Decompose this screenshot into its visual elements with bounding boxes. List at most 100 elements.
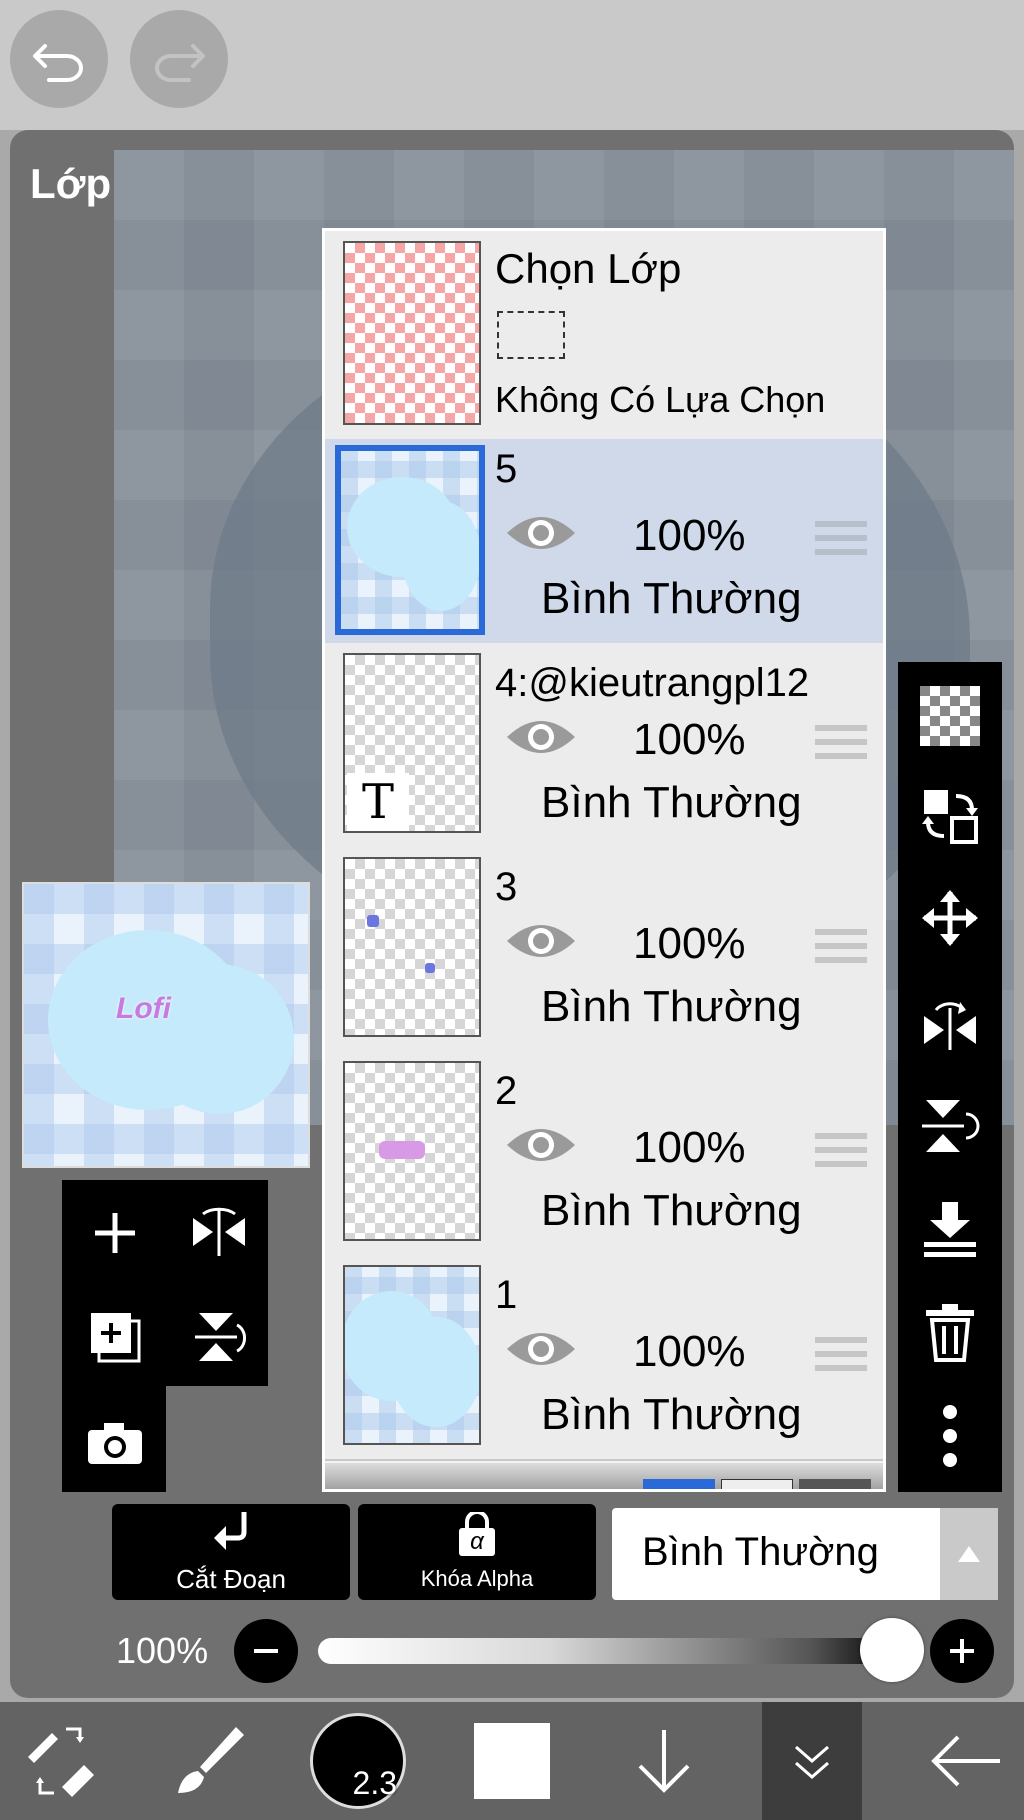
add-layer-button[interactable] [80, 1198, 150, 1268]
duplicate-layer-button[interactable] [80, 1302, 150, 1372]
layer-thumbnail: T [343, 653, 481, 833]
layer-list: Chọn Lớp Không Có Lựa Chọn 5 100% Bình T… [322, 228, 886, 1492]
visibility-eye-icon[interactable] [505, 917, 577, 965]
opacity-label: 100% [116, 1630, 209, 1671]
brush-eraser-swap-icon [28, 1727, 94, 1797]
text-layer-icon: T [347, 773, 409, 831]
mini-thumb [799, 1479, 871, 1489]
layer-row-1[interactable]: 1 100% Bình Thường [325, 1255, 883, 1461]
drag-handle-icon[interactable] [815, 1337, 867, 1371]
visibility-eye-icon[interactable] [505, 713, 577, 761]
selection-layer-title: Chọn Lớp [495, 245, 682, 292]
layer-blend-mode: Bình Thường [541, 982, 802, 1031]
thumb-mark [367, 915, 379, 927]
plus-icon [95, 1213, 135, 1253]
layer-blend-mode: Bình Thường [541, 1390, 802, 1439]
undo-icon [33, 44, 83, 82]
transparency-button[interactable] [916, 682, 984, 750]
layer-thumbnail [343, 1061, 481, 1241]
brush-icon [178, 1727, 244, 1793]
flip-horizontal-button-right[interactable] [916, 988, 984, 1056]
alpha-lock-icon: α [457, 1512, 497, 1556]
opacity-slider-track[interactable] [318, 1638, 898, 1664]
layer-row-4[interactable]: T 4:@kieutrangpl12 100% Bình Thường [325, 643, 883, 849]
layer-panel-toggle[interactable] [762, 1702, 862, 1820]
opacity-decrease-button[interactable] [234, 1619, 298, 1683]
minus-icon [254, 1649, 278, 1653]
trash-icon [926, 1304, 974, 1362]
drag-handle-icon[interactable] [815, 929, 867, 963]
visibility-eye-icon[interactable] [505, 1121, 577, 1169]
blend-mode-arrow[interactable] [940, 1508, 998, 1600]
move-icon [922, 890, 978, 946]
brush-tool-button[interactable] [160, 1702, 260, 1820]
drag-handle-icon[interactable] [815, 521, 867, 555]
selection-layer-row[interactable]: Chọn Lớp Không Có Lựa Chọn [325, 231, 883, 441]
redo-button[interactable] [130, 10, 228, 108]
more-options-button[interactable] [916, 1402, 984, 1470]
merge-down-icon [924, 1202, 976, 1257]
flip-vertical-button-right[interactable] [916, 1092, 984, 1160]
flip-vertical-icon [922, 1100, 980, 1152]
clip-button[interactable]: Cắt Đoạn [112, 1504, 350, 1600]
merge-down-button[interactable] [916, 1194, 984, 1262]
layer-row-5[interactable]: 5 100% Bình Thường [325, 439, 883, 645]
opacity-slider-thumb[interactable] [860, 1618, 924, 1682]
brush-size-button[interactable]: 2.3 [306, 1702, 410, 1820]
layer-opacity: 100% [633, 919, 746, 968]
clip-arrow-icon [214, 1512, 247, 1550]
selection-layer-subtitle: Không Có Lựa Chọn [495, 379, 826, 420]
alpha-lock-label: Khóa Alpha [420, 1566, 534, 1591]
drag-handle-icon[interactable] [815, 1133, 867, 1167]
thumb-mark [379, 1141, 425, 1159]
layer-blend-mode: Bình Thường [541, 574, 802, 623]
checkerboard-icon [920, 686, 980, 746]
layer-row-3[interactable]: 3 100% Bình Thường [325, 847, 883, 1053]
flip-horizontal-icon [924, 1002, 976, 1050]
swap-icon [922, 790, 978, 844]
redo-icon [155, 44, 205, 82]
canvas-preview[interactable]: Lofi [22, 882, 310, 1168]
arrow-down-icon [638, 1730, 690, 1793]
triangle-up-icon [958, 1546, 980, 1562]
clip-label: Cắt Đoạn [176, 1564, 286, 1594]
layer-row-2[interactable]: 2 100% Bình Thường [325, 1051, 883, 1257]
more-vertical-icon [943, 1405, 957, 1467]
layer-list-scroll-strip[interactable] [325, 1463, 883, 1489]
delete-layer-button[interactable] [916, 1298, 984, 1366]
selection-marquee-icon [497, 311, 565, 359]
layer-name: 5 [495, 447, 518, 491]
color-button[interactable] [464, 1702, 560, 1820]
layer-opacity: 100% [633, 511, 746, 560]
flip-horizontal-button[interactable] [184, 1198, 254, 1268]
alpha-glyph: α [470, 1528, 484, 1555]
layer-blend-mode: Bình Thường [541, 1186, 802, 1235]
opacity-increase-button[interactable] [930, 1619, 994, 1683]
move-button[interactable] [916, 884, 984, 952]
color-swatch [474, 1723, 550, 1799]
duplicate-icon [91, 1313, 141, 1363]
camera-icon [88, 1423, 142, 1464]
layer-thumbnail [343, 1265, 481, 1445]
swap-layer-button[interactable] [916, 782, 984, 850]
mini-thumb [643, 1479, 715, 1489]
layer-thumbnail [335, 445, 485, 635]
tool-switch-button[interactable] [10, 1702, 110, 1820]
camera-button[interactable] [80, 1408, 150, 1478]
visibility-eye-icon[interactable] [505, 509, 577, 557]
layer-opacity: 100% [633, 715, 746, 764]
flip-vertical-icon [195, 1313, 246, 1361]
brush-size-circle: 2.3 [310, 1713, 406, 1809]
move-down-button[interactable] [614, 1702, 714, 1820]
alpha-lock-button[interactable]: α Khóa Alpha [358, 1504, 596, 1600]
thumb-mark [425, 963, 435, 973]
flip-vertical-button[interactable] [184, 1302, 254, 1372]
layer-opacity: 100% [633, 1327, 746, 1376]
back-button[interactable] [916, 1702, 1016, 1820]
right-toolbar [898, 662, 1002, 1492]
blend-mode-select[interactable]: Bình Thường [612, 1508, 998, 1600]
thumb-cloud [391, 1317, 479, 1427]
drag-handle-icon[interactable] [815, 725, 867, 759]
visibility-eye-icon[interactable] [505, 1325, 577, 1373]
undo-button[interactable] [10, 10, 108, 108]
